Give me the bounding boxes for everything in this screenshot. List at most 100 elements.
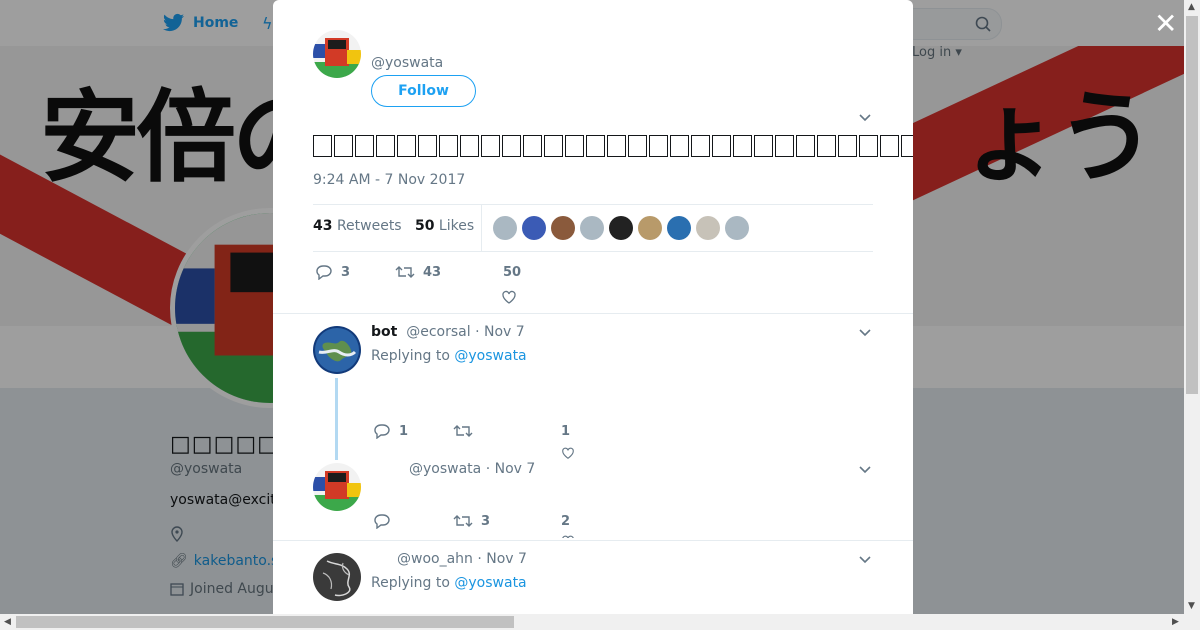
liker-avatar[interactable]	[580, 216, 604, 240]
scroll-down-arrow-icon[interactable]: ▼	[1188, 601, 1195, 611]
tweet-glyph	[397, 135, 416, 157]
reply-header: @yoswata · Nov 7	[409, 462, 535, 477]
reply-icon	[374, 424, 390, 439]
reply-avatar[interactable]	[313, 326, 361, 374]
scroll-up-arrow-icon[interactable]: ▲	[1188, 2, 1195, 12]
retweet-count: 3	[481, 513, 491, 529]
liker-avatar[interactable]	[667, 216, 691, 240]
vertical-scroll-thumb[interactable]	[1186, 16, 1198, 394]
reply-author-name[interactable]: bot	[371, 324, 397, 340]
likes-stat[interactable]: 50 Likes	[415, 218, 474, 234]
replying-to: Replying to @yoswata	[371, 575, 527, 591]
horizontal-scroll-thumb[interactable]	[16, 616, 514, 628]
tweet-glyph	[544, 135, 563, 157]
reply-action[interactable]: 3	[315, 264, 350, 280]
replying-to-link[interactable]: @yoswata	[454, 348, 526, 364]
reply-tweet[interactable]: @yoswata · Nov 7 3 2	[313, 462, 873, 538]
follow-button[interactable]: Follow	[371, 75, 476, 107]
retweet-icon	[453, 515, 473, 527]
retweet-action[interactable]	[453, 423, 481, 439]
liker-avatar[interactable]	[638, 216, 662, 240]
tweet-glyph	[481, 135, 500, 157]
replying-to-link[interactable]: @yoswata	[454, 575, 526, 591]
tweet-glyph	[754, 135, 773, 157]
tweet-glyph	[838, 135, 857, 157]
tweet-glyph	[712, 135, 731, 157]
replying-prefix: Replying to	[371, 348, 450, 364]
heart-icon[interactable]	[501, 289, 517, 305]
reply-author-handle[interactable]: @ecorsal	[406, 324, 470, 340]
earth-avatar-image	[313, 326, 361, 374]
scroll-left-arrow-icon[interactable]: ◀	[4, 617, 11, 627]
retweet-icon	[453, 425, 473, 437]
reply-date[interactable]: · Nov 7	[477, 551, 527, 567]
scroll-right-arrow-icon[interactable]: ▶	[1172, 617, 1179, 627]
tweet-glyph	[670, 135, 689, 157]
reply-date[interactable]: · Nov 7	[486, 462, 536, 477]
close-icon[interactable]: ✕	[1154, 10, 1177, 38]
reply-tweet[interactable]: @woo_ahn · Nov 7 Replying to @yoswata	[313, 551, 873, 614]
sketch-avatar-image	[313, 553, 361, 601]
separator	[273, 313, 913, 314]
reply-action[interactable]	[373, 513, 399, 529]
reply-icon	[374, 514, 390, 529]
tweet-glyph	[565, 135, 584, 157]
reply-avatar[interactable]	[313, 553, 361, 601]
tweet-glyph	[733, 135, 752, 157]
tweet-glyph	[418, 135, 437, 157]
retweet-count: 43	[423, 264, 442, 280]
thread-line	[335, 378, 338, 460]
tweet-glyph	[817, 135, 836, 157]
author-handle[interactable]: @yoswata	[371, 55, 443, 71]
tweet-glyph	[649, 135, 668, 157]
heart-icon[interactable]	[560, 446, 576, 460]
chevron-down-icon[interactable]	[859, 112, 871, 124]
tweet-glyph	[775, 135, 794, 157]
tweet-timestamp[interactable]: 9:24 AM - 7 Nov 2017	[313, 172, 465, 188]
reply-header: bot @ecorsal · Nov 7	[371, 324, 525, 340]
chevron-down-icon[interactable]	[859, 327, 871, 339]
tweet-glyph	[880, 135, 899, 157]
tweet-glyph	[901, 135, 913, 157]
reply-avatar[interactable]	[313, 463, 361, 511]
tweet-glyph	[460, 135, 479, 157]
tweet-glyph	[607, 135, 626, 157]
chevron-down-icon[interactable]	[859, 464, 871, 476]
tweet-glyph	[628, 135, 647, 157]
tweet-glyph	[523, 135, 542, 157]
chevron-down-icon[interactable]	[859, 554, 871, 566]
reply-header: @woo_ahn · Nov 7	[397, 551, 527, 567]
stat-counts: 43 Retweets 50 Likes	[313, 218, 474, 234]
reply-date[interactable]: · Nov 7	[475, 324, 525, 340]
liker-avatar[interactable]	[493, 216, 517, 240]
author-avatar[interactable]	[313, 30, 361, 78]
liker-avatar[interactable]	[551, 216, 575, 240]
author-avatar-image	[313, 30, 361, 78]
liker-avatar[interactable]	[522, 216, 546, 240]
replying-to: Replying to @yoswata	[371, 348, 527, 364]
tweet-stats: 43 Retweets 50 Likes	[313, 204, 873, 252]
retweets-label: Retweets	[336, 218, 402, 234]
like-count: 2	[561, 514, 571, 529]
liker-avatar[interactable]	[725, 216, 749, 240]
tweet-glyph	[376, 135, 395, 157]
reply-action[interactable]: 1	[373, 423, 408, 439]
reply-author-handle[interactable]: @yoswata	[409, 462, 481, 477]
like-count: 50	[503, 265, 522, 280]
tweet-glyph	[313, 135, 332, 157]
tweet-text	[313, 130, 913, 159]
reply-tweet[interactable]: bot @ecorsal · Nov 7 Replying to @yoswat…	[313, 324, 873, 460]
reply-author-handle[interactable]: @woo_ahn	[397, 551, 473, 567]
retweet-action[interactable]: 3	[453, 513, 490, 529]
liker-avatar[interactable]	[609, 216, 633, 240]
tweet-glyph	[859, 135, 878, 157]
tweet-glyph	[796, 135, 815, 157]
reply-icon	[316, 265, 332, 280]
reply-count: 3	[341, 264, 351, 280]
tweet-glyph	[334, 135, 353, 157]
liker-avatar[interactable]	[696, 216, 720, 240]
heart-icon[interactable]	[560, 534, 576, 538]
retweets-stat[interactable]: 43 Retweets	[313, 218, 402, 234]
tweet-glyph	[439, 135, 458, 157]
retweet-action[interactable]: 43	[395, 264, 441, 280]
